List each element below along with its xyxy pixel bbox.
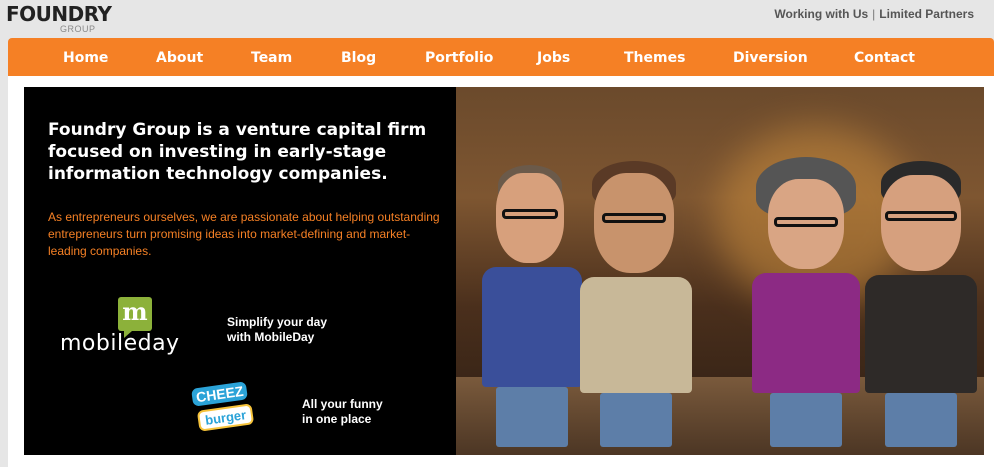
figurine-4-glasses [885,211,957,221]
figurine-1 [476,157,586,447]
figurine-4 [861,157,981,447]
figurine-2-head [594,173,674,273]
mobileday-logo[interactable]: m mobileday [60,295,220,359]
figurine-4-head [881,175,961,271]
figurine-1-legs [496,387,568,447]
mobileday-wordmark: mobileday [60,331,180,356]
hero-panel: Foundry Group is a venture capital firm … [24,87,456,455]
figurine-3-legs [770,393,842,447]
figurine-3 [746,157,866,447]
hero-headline: Foundry Group is a venture capital firm … [48,120,427,184]
top-bar: FOUNDRY GROUP Working with Us | Limited Pa… [0,0,994,36]
figurine-3-glasses [774,217,838,227]
mobileday-tagline-line1: Simplify your day [227,315,328,329]
logo-wordmark: FOUNDRY [6,2,112,26]
mobileday-tagline[interactable]: Simplify your day with MobileDay [227,315,327,345]
foundry-logo[interactable]: FOUNDRY GROUP [6,2,112,36]
nav-diversion[interactable]: Diversion [733,50,808,66]
nav-team[interactable]: Team [251,50,292,66]
nav-blog[interactable]: Blog [341,50,376,66]
figurine-4-legs [885,393,957,447]
utility-links: Working with Us | Limited Partners [774,7,974,21]
figurine-1-shirt [482,267,582,387]
figurine-2-glasses [602,213,666,223]
figurine-3-shirt [752,273,860,393]
nav-portfolio[interactable]: Portfolio [425,50,493,66]
nav-about[interactable]: About [156,50,203,66]
cheezburger-logo-top: CHEEZ [191,381,249,407]
nav-home[interactable]: Home [63,50,108,66]
nav-themes[interactable]: Themes [624,50,685,66]
figurine-4-shirt [865,275,977,393]
figurine-2 [576,157,696,447]
nav-contact[interactable]: Contact [854,50,915,66]
figurine-1-glasses [502,209,558,219]
logo-subtitle: GROUP [60,24,96,34]
cheezburger-tagline-line1: All your funny [302,397,383,411]
nav-jobs[interactable]: Jobs [537,50,570,66]
figurine-2-legs [600,393,672,447]
mobileday-badge-icon: m [118,297,152,331]
mobileday-tagline-line2: with MobileDay [227,330,315,344]
link-separator: | [872,7,876,21]
limited-partners-link[interactable]: Limited Partners [879,7,974,21]
cheezburger-tagline-line2: in one place [302,412,372,426]
cheezburger-tagline[interactable]: All your funny in one place [302,397,383,427]
main-navigation: Home About Team Blog Portfolio Jobs Them… [8,38,994,76]
cheezburger-logo[interactable]: CHEEZ burger [190,381,256,435]
figurine-2-shirt [580,277,692,393]
working-with-us-link[interactable]: Working with Us [774,7,868,21]
hero-subtext: As entrepreneurs ourselves, we are passi… [48,210,440,258]
team-figurines-photo [456,87,984,455]
cheezburger-logo-bottom: burger [196,403,255,432]
